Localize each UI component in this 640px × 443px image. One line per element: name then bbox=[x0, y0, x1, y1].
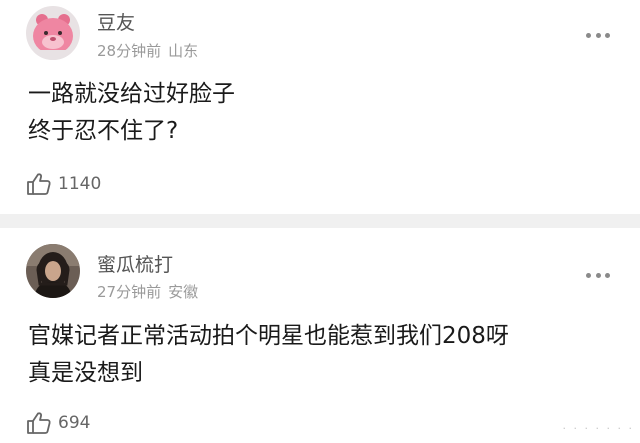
comment-item: 豆友 28分钟前 山东 一路就没给过好脸子 终于忍不住了? 1140 bbox=[0, 0, 640, 214]
avatar[interactable] bbox=[26, 244, 80, 298]
comment-text: 一路就没给过好脸子 终于忍不住了? bbox=[28, 76, 620, 150]
comment-line: 真是没想到 bbox=[28, 360, 143, 386]
thumbs-up-icon bbox=[27, 412, 51, 434]
comment-text: 官媒记者正常活动拍个明星也能惹到我们208呀 真是没想到 bbox=[28, 318, 620, 392]
comment-item: 蜜瓜梳打 27分钟前 安徽 官媒记者正常活动拍个明星也能惹到我们208呀 真是没想… bbox=[0, 228, 640, 443]
avatar[interactable] bbox=[26, 6, 80, 60]
pink-cartoon-avatar-icon bbox=[26, 6, 80, 60]
like-button[interactable]: 1140 bbox=[26, 172, 101, 196]
watermark: · · · · · · · bbox=[562, 422, 634, 435]
more-options-icon[interactable] bbox=[586, 272, 610, 278]
like-count: 1140 bbox=[58, 174, 102, 194]
more-options-icon[interactable] bbox=[586, 32, 610, 38]
dark-photo-avatar-icon bbox=[26, 244, 80, 298]
comment-line: 一路就没给过好脸子 bbox=[28, 81, 235, 107]
comment-meta: 27分钟前 安徽 bbox=[97, 281, 198, 302]
like-count: 694 bbox=[58, 413, 91, 433]
comment-line: 官媒记者正常活动拍个明星也能惹到我们208呀 bbox=[28, 323, 509, 349]
like-button[interactable]: 694 bbox=[26, 411, 90, 435]
comment-location: 安徽 bbox=[168, 283, 199, 301]
comment-time: 27分钟前 bbox=[97, 283, 162, 301]
comment-meta: 28分钟前 山东 bbox=[97, 40, 198, 61]
username[interactable]: 蜜瓜梳打 bbox=[97, 250, 173, 277]
comment-location: 山东 bbox=[168, 42, 199, 60]
username[interactable]: 豆友 bbox=[97, 8, 135, 35]
comment-time: 28分钟前 bbox=[97, 42, 162, 60]
comment-divider bbox=[0, 214, 640, 228]
thumbs-up-icon bbox=[27, 173, 51, 195]
comment-line: 终于忍不住了? bbox=[28, 118, 179, 144]
